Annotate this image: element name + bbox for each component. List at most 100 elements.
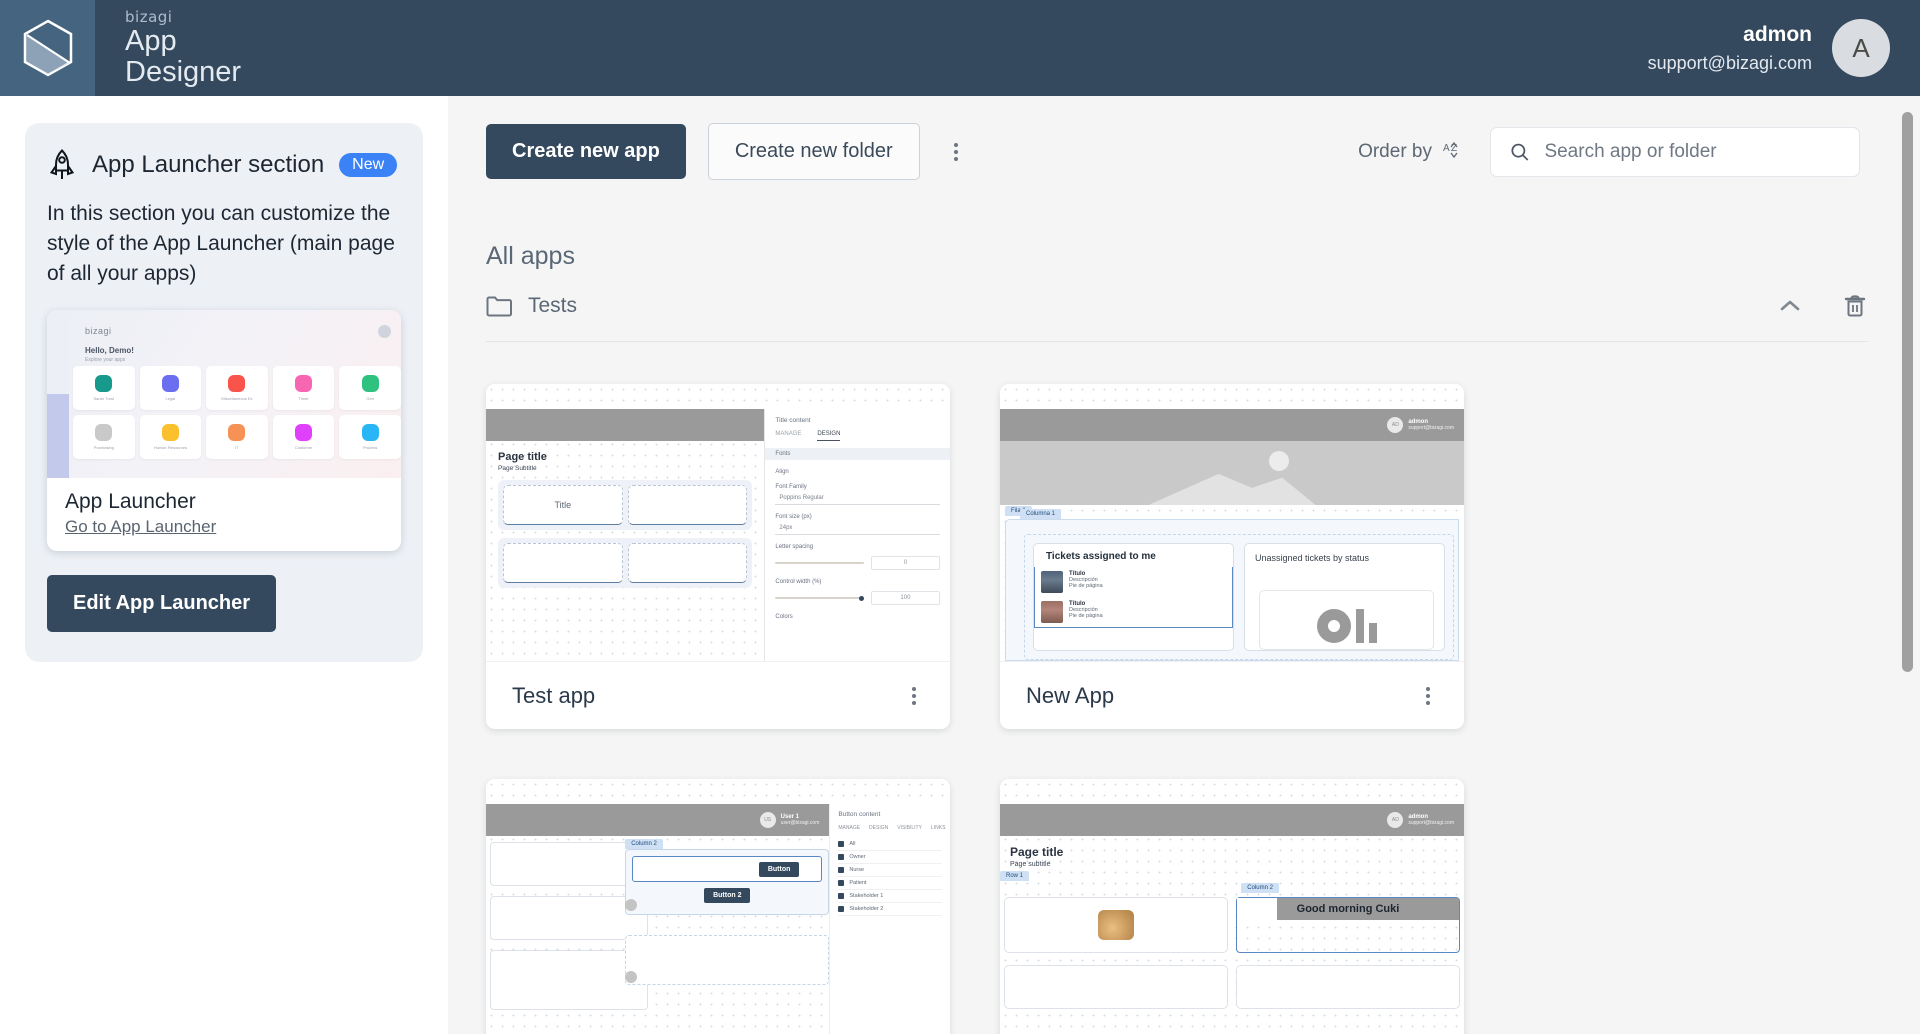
brand-line-1: App [125,24,177,57]
list-item-thumbnail [1041,571,1063,593]
thumb-canvas: AD admon support@bizagi.com Fila 1 Colum… [1000,384,1464,661]
app-tile-label: Timer [298,396,309,402]
app-card-menu-icon[interactable] [900,679,928,713]
preview-app-tile: IT [206,415,268,460]
slider-knob [859,595,865,601]
slider-track [775,595,865,601]
donut-chart-icon [1316,609,1351,643]
slider-track [775,562,864,564]
folder-actions [1776,293,1868,319]
thumb-columns-2 [1004,965,1460,1009]
search-container[interactable] [1490,126,1860,177]
trash-icon[interactable] [1842,293,1868,319]
preview-greeting-sub: Explore your apps [85,357,126,364]
order-by-control[interactable]: Order by A Z [1358,140,1466,164]
app-tile-label: Sarah Trust [93,396,115,402]
vertical-scrollbar[interactable] [1902,112,1913,1026]
app-icon [361,375,379,393]
layout-cell [490,896,648,940]
widget-tickets-assigned: Tickets assigned to me Título Descripció… [1033,543,1234,651]
folder-row-tests[interactable]: Tests [486,293,1868,342]
app-header: bizagi App Designer admon support@bizagi… [0,0,1920,96]
svg-text:Z: Z [1451,143,1457,154]
panel-value-font-size: 24px [775,522,940,535]
app-card-menu-icon[interactable] [1414,679,1442,713]
thumb-page-subtitle: Page Subtitle [498,465,537,472]
chart-placeholder-icon [1259,590,1434,650]
user-name: admon [1743,22,1812,46]
brand-line-2: Designer [125,55,242,88]
left-sidebar: App Launcher section New In this section… [0,96,448,1034]
app-thumbnail-dashboard: AD admon support@bizagi.com Fila 1 Colum… [1000,384,1464,662]
checkbox-label: Stakeholder 2 [849,906,884,912]
column-tag: Columna 1 [1020,509,1062,519]
button-cell-1: Button [632,856,823,882]
app-tile-label: Miscellaneous Ex [221,396,253,402]
app-icon [161,424,179,442]
list-item: Título Descripción Pie de página [1035,597,1232,627]
panel-tabs: MANAGE DESIGN [775,431,940,441]
app-card[interactable]: AD admon support@bizagi.com Fila 1 Colum… [1000,384,1464,729]
thumb-page-subtitle: Page subtitle [1010,861,1051,868]
preview-app-tile: Human Resources [139,415,202,460]
app-launcher-promo-card: App Launcher section New In this section… [25,123,423,663]
thumb-row-1: Title [498,480,753,530]
page-body: App Launcher section New In this section… [0,96,1920,1034]
app-icon [95,375,113,393]
column-tag: Column 2 [625,839,663,849]
checkbox-row: Patient [838,877,942,890]
panel-tab-links: LINKS [930,825,946,831]
preview-app-tile: Gen [339,366,401,411]
avatar[interactable]: A [1832,19,1890,77]
thumb-empty-control [503,543,623,583]
chevron-up-icon[interactable] [1776,296,1804,316]
app-card[interactable]: US User 1 user@bizagi.com Column 2 Butto… [486,779,950,1034]
edit-app-launcher-button[interactable]: Edit App Launcher [47,575,277,633]
checkbox-icon [838,893,845,899]
svg-text:A: A [1443,143,1450,154]
thumb-properties-panel: Title content MANAGE DESIGN Fonts Align … [764,409,950,661]
thumb-properties-panel: Button content MANAGE DESIGN VISIBILITY … [829,804,950,1034]
header-user-area[interactable]: admon support@bizagi.com A [1648,0,1920,96]
app-card[interactable]: AD admon support@bizagi.com Page title P… [1000,779,1464,1034]
logo-container[interactable] [0,0,95,96]
thumb-page-title: Page title [1010,845,1064,859]
checkbox-row: Nurse [838,864,942,877]
app-card-footer: Test app [486,662,950,729]
create-new-app-button[interactable]: Create new app [486,124,686,179]
greeting-cell: Good morning Cuki [1236,897,1460,953]
app-tile-label: Gen [366,396,374,402]
widget-title: Tickets assigned to me [1046,551,1156,562]
thumb-column-region: Column 2 Button Button 2 [625,839,830,995]
app-tile-label: Customer [294,445,313,451]
search-input[interactable] [1544,140,1841,163]
panel-tab-manage: MANAGE [775,431,802,437]
checkbox-label: Owner [849,854,866,860]
preview-side-strip [47,310,69,479]
new-badge: New [339,152,398,178]
app-tile-label: IT [235,445,239,451]
panel-header: Title content [775,417,811,424]
app-tile-label: Legal [165,396,176,402]
toolbar: Create new app Create new folder Order b… [448,123,1920,180]
checkbox-row: Stakeholder 1 [838,890,942,903]
page-title: All apps [486,242,575,270]
app-icon [228,424,246,442]
panel-tab-design: DESIGN [869,825,889,831]
go-to-app-launcher-link[interactable]: Go to App Launcher [65,517,216,537]
app-launcher-preview-card[interactable]: bizagi Hello, Demo! Explore your apps Sa… [47,310,401,552]
thumb-avatar: AD [1387,417,1404,433]
list-item-text: Título Descripción Pie de página [1069,601,1103,623]
promo-description: In this section you can customize the st… [47,202,395,285]
thumb-canvas: AD admon support@bizagi.com Page title P… [486,384,950,661]
preview-logo: bizagi [85,326,112,337]
checkbox-label: Stakeholder 1 [849,893,884,899]
widget-list: Título Descripción Pie de página Título … [1034,567,1233,628]
panel-field-font-family: Font Family [775,484,807,490]
create-new-folder-button[interactable]: Create new folder [707,123,920,180]
panel-value-font-family: Poppins Regular [775,492,940,505]
app-card[interactable]: AD admon support@bizagi.com Page title P… [486,384,950,729]
toolbar-more-options-icon[interactable] [942,135,970,169]
scrollbar-thumb[interactable] [1902,112,1913,672]
thumb-topbar: AD admon support@bizagi.com [1000,804,1464,836]
